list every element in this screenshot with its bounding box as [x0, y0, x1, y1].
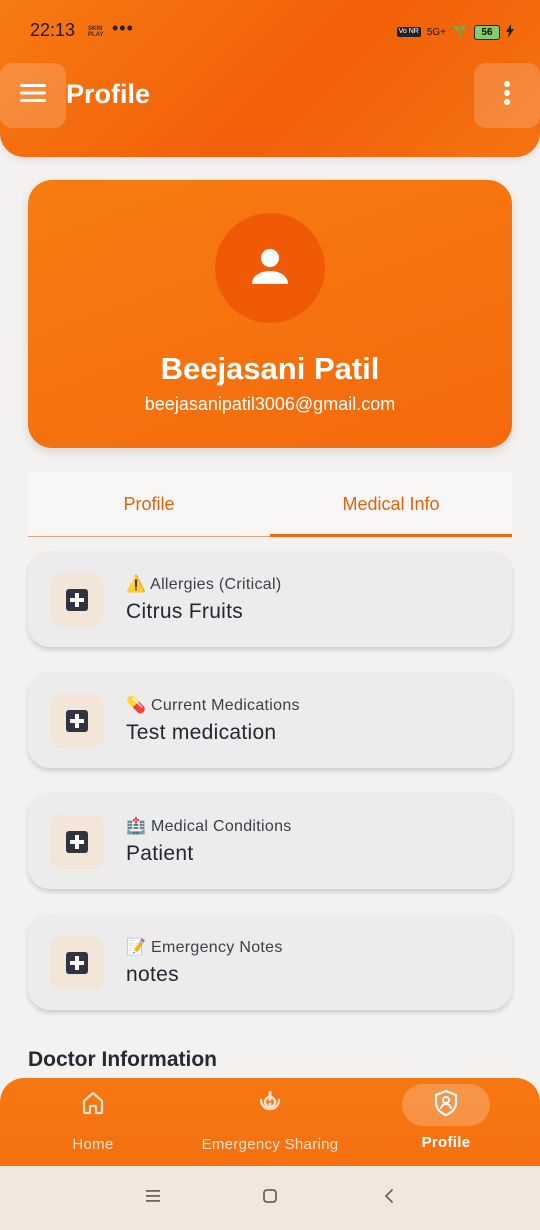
medical-cross-icon [50, 573, 104, 627]
system-navigation-bar [0, 1166, 540, 1230]
warning-icon: ⚠️ [126, 576, 147, 593]
more-options-button[interactable] [474, 63, 540, 128]
square-icon [262, 1188, 278, 1209]
status-more-notifications: ••• [112, 18, 134, 38]
avatar [215, 213, 325, 323]
volte-icon: Vo NR [396, 27, 421, 37]
recents-icon [145, 1189, 161, 1208]
profile-tabs: Profile Medical Info [28, 472, 512, 537]
tab-medical-info[interactable]: Medical Info [270, 472, 512, 537]
status-notification-text: SKIN PLAY [88, 26, 104, 38]
emergency-notes-card[interactable]: 📝 Emergency Notes notes [28, 914, 512, 1010]
medications-card[interactable]: 💊 Current Medications Test medication [28, 672, 512, 768]
home-system-button[interactable] [258, 1186, 282, 1210]
emergency-notes-value: notes [126, 963, 179, 986]
menu-button[interactable] [0, 63, 66, 128]
profile-card: Beejasani Patil beejasanipatil3006@gmail… [28, 180, 512, 448]
status-indicators: Vo NR 5G+ 56 [396, 22, 514, 42]
pill-icon: 💊 [126, 697, 147, 714]
page-title: Profile [66, 79, 151, 109]
nav-emergency-sharing[interactable]: Emergency Sharing [190, 1078, 350, 1166]
battery-icon: 56 [474, 24, 500, 40]
medications-value: Test medication [126, 721, 277, 744]
nav-home[interactable]: Home [49, 1078, 137, 1166]
user-email: beejasanipatil3006@gmail.com [144, 394, 396, 414]
charging-icon [506, 23, 514, 41]
status-time: 22:13 [30, 20, 76, 40]
more-vertical-icon [503, 81, 511, 110]
doctor-info-title: Doctor Information [28, 1048, 217, 1071]
user-name: Beejasani Patil [160, 351, 380, 386]
conditions-value: Patient [126, 842, 194, 865]
home-icon [80, 1090, 106, 1121]
medical-cross-icon [50, 936, 104, 990]
person-icon [250, 246, 290, 291]
medical-cross-icon [50, 694, 104, 748]
network-type: 5G+ [426, 26, 446, 38]
memo-icon: 📝 [126, 939, 147, 956]
hospital-icon: 🏥 [126, 818, 147, 835]
conditions-label: 🏥 Medical Conditions [126, 818, 292, 835]
allergies-value: Citrus Fruits [126, 600, 244, 623]
emergency-notes-label: 📝 Emergency Notes [126, 939, 283, 956]
medical-cross-icon [50, 815, 104, 869]
bottom-navigation: Home Emergency Sharing Profile [0, 1078, 540, 1166]
medications-label: 💊 Current Medications [126, 697, 300, 714]
nav-profile[interactable]: Profile [402, 1078, 490, 1166]
allergies-card[interactable]: ⚠️ Allergies (Critical) Citrus Fruits [28, 551, 512, 647]
sprout-icon [452, 23, 468, 42]
conditions-card[interactable]: 🏥 Medical Conditions Patient [28, 793, 512, 889]
back-button[interactable] [377, 1186, 401, 1210]
allergies-label: ⚠️ Allergies (Critical) [126, 576, 282, 593]
hamburger-icon [20, 83, 46, 108]
app-bar: 22:13 SKIN PLAY ••• Vo NR 5G+ 56 Profile [0, 0, 540, 157]
emergency-broadcast-icon [255, 1088, 285, 1123]
back-chevron-icon [383, 1188, 395, 1209]
shield-user-icon [433, 1089, 459, 1122]
recents-button[interactable] [141, 1186, 165, 1210]
tab-profile[interactable]: Profile [28, 472, 270, 536]
